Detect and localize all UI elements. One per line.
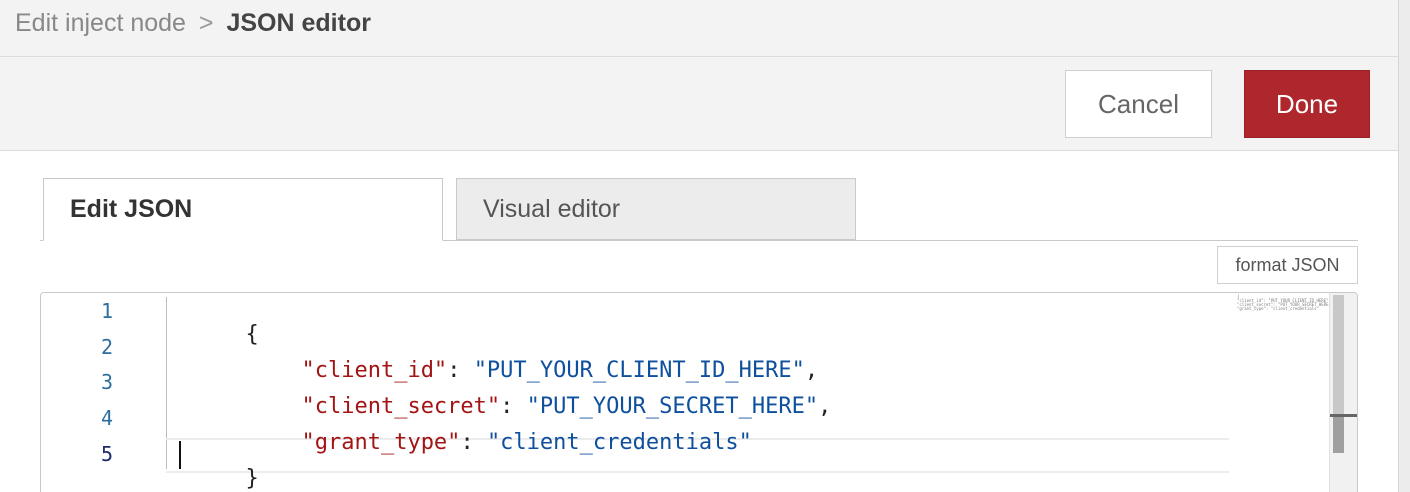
tab-visual-editor[interactable]: Visual editor: [456, 178, 856, 240]
dialog-toolbar: Cancel Done: [0, 57, 1398, 151]
colon: :: [460, 430, 487, 455]
line-number: 1: [100, 299, 113, 323]
dialog-header: Edit inject node > JSON editor: [0, 0, 1398, 57]
breadcrumb-separator: >: [198, 9, 214, 37]
json-code-editor[interactable]: 1 2 3 4 5 { "client_id": "PUT_YOUR_CLIEN…: [40, 292, 1358, 492]
json-value-grant-type: "client_credentials": [486, 430, 752, 455]
line-number-gutter: 1 2 3 4 5: [41, 293, 151, 492]
breadcrumb-parent[interactable]: Edit inject node: [15, 9, 186, 37]
line-number: 3: [100, 370, 113, 394]
close-brace: }: [245, 466, 259, 491]
format-json-button[interactable]: format JSON: [1217, 246, 1358, 284]
cancel-button[interactable]: Cancel: [1065, 70, 1212, 138]
line-number: 2: [100, 335, 113, 359]
page-scrollbar[interactable]: [1398, 0, 1410, 492]
json-key-grant-type: "grant_type": [301, 430, 461, 455]
tab-edit-json[interactable]: Edit JSON: [43, 178, 443, 241]
done-button[interactable]: Done: [1244, 70, 1370, 138]
scrollbar-overview-slider[interactable]: [1333, 417, 1344, 453]
code-line-4: "grant_type": "client_credentials": [222, 405, 752, 480]
code-area[interactable]: { "client_id": "PUT_YOUR_CLIENT_ID_HERE"…: [166, 293, 1229, 492]
editor-scrollbar[interactable]: [1329, 293, 1357, 492]
breadcrumb-current: JSON editor: [226, 9, 371, 37]
line-number: 4: [100, 406, 113, 430]
text-cursor: [179, 441, 181, 469]
comma: ,: [818, 394, 832, 419]
line-number-current: 5: [100, 442, 113, 466]
minimap-line: "grant_type": "client_credentials": [1237, 306, 1319, 311]
code-minimap[interactable]: { "client_id": "PUT_YOUR_CLIENT_ID_HERE"…: [1237, 295, 1333, 315]
